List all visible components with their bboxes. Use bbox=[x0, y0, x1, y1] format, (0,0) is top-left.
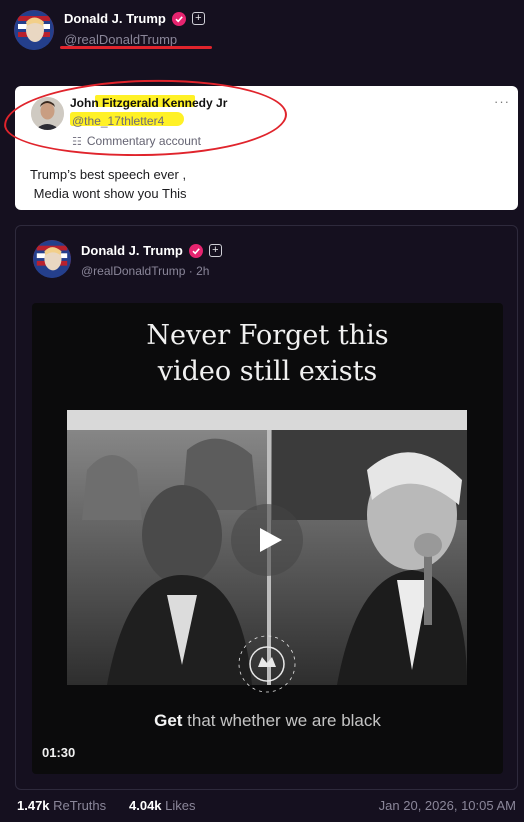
watermark-logo bbox=[232, 629, 302, 699]
retruths-stat[interactable]: 1.47k ReTruths bbox=[17, 798, 106, 813]
play-button[interactable] bbox=[231, 504, 303, 576]
annotation-underline bbox=[60, 46, 212, 49]
retruths-label: ReTruths bbox=[49, 798, 107, 813]
verified-icon bbox=[188, 243, 203, 258]
video-caption: Get that whether we are black bbox=[32, 711, 503, 731]
handle-and-time[interactable]: @realDonaldTrump · 2h bbox=[81, 264, 209, 278]
avatar[interactable] bbox=[33, 240, 71, 278]
plus-badge-icon: + bbox=[191, 12, 205, 25]
embedded-post-card[interactable]: Donald J. Trump + @realDonaldTrump · 2h … bbox=[15, 225, 518, 790]
display-name[interactable]: Donald J. Trump bbox=[64, 11, 166, 26]
embedded-name-row: Donald J. Trump + bbox=[81, 243, 222, 258]
likes-count: 4.04k bbox=[129, 798, 162, 813]
video-player[interactable]: Never Forget this video still exists Get… bbox=[32, 303, 503, 774]
post-timestamp[interactable]: Jan 20, 2026, 10:05 AM bbox=[379, 798, 516, 813]
video-duration: 01:30 bbox=[42, 745, 76, 760]
likes-label: Likes bbox=[161, 798, 196, 813]
video-overlay-title: Never Forget this video still exists bbox=[146, 320, 389, 387]
avatar[interactable] bbox=[14, 10, 54, 50]
verified-icon bbox=[171, 11, 186, 26]
likes-stat[interactable]: 4.04k Likes bbox=[129, 798, 196, 813]
display-name[interactable]: Donald J. Trump bbox=[81, 243, 183, 258]
plus-badge-icon: + bbox=[208, 244, 222, 257]
post-stats: 1.47k ReTruths 4.04k Likes Jan 20, 2026,… bbox=[15, 798, 518, 816]
quoted-post-text: Trump’s best speech ever , Media wont sh… bbox=[30, 167, 187, 201]
post-header: Donald J. Trump + @realDonaldTrump bbox=[14, 10, 514, 50]
play-icon bbox=[259, 528, 282, 552]
retruths-count: 1.47k bbox=[17, 798, 50, 813]
user-handle[interactable]: @realDonaldTrump bbox=[64, 32, 177, 47]
header-name-row: Donald J. Trump + bbox=[64, 11, 205, 26]
caption-text: that whether we are black bbox=[182, 711, 381, 730]
more-options-icon[interactable]: ··· bbox=[494, 94, 510, 109]
caption-emphasis: Get bbox=[154, 711, 183, 730]
